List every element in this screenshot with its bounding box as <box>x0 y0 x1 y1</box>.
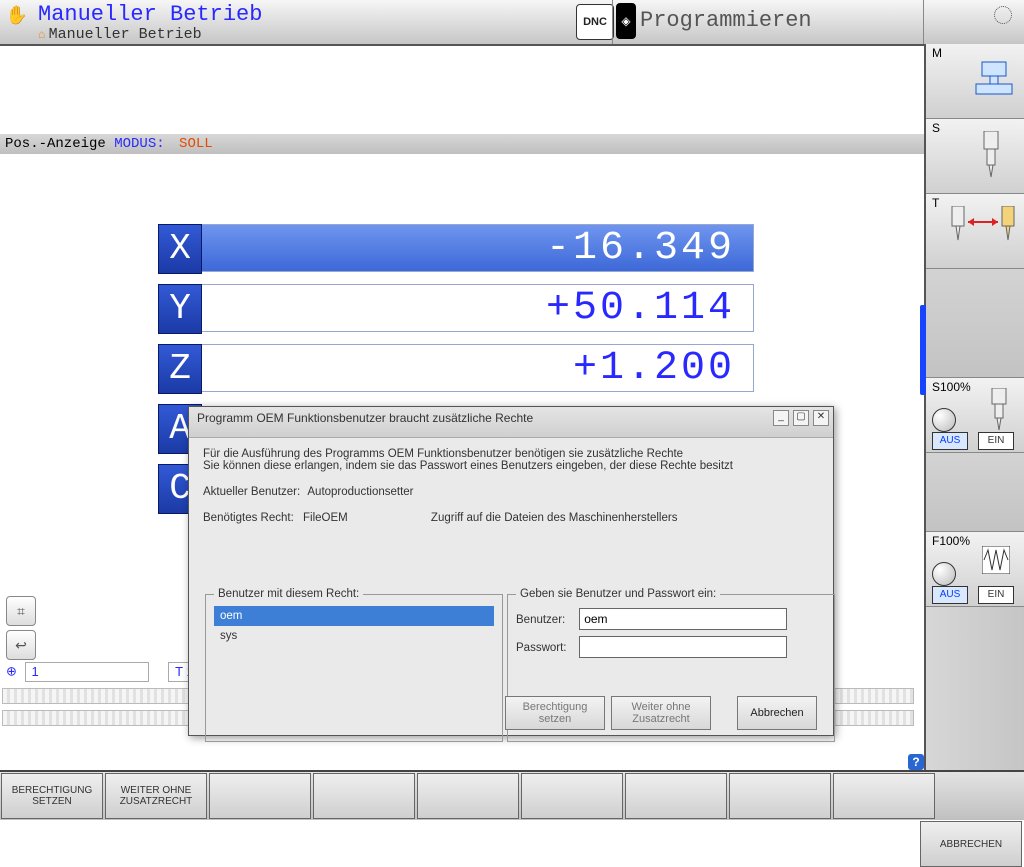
current-user-value: Autoproductionsetter <box>307 486 413 498</box>
right-m-label: M <box>932 46 942 60</box>
dialog-line1: Für die Ausführung des Programms OEM Fun… <box>203 448 819 460</box>
credentials-legend: Geben sie Benutzer und Passwort ein: <box>516 588 720 600</box>
close-icon[interactable]: ✕ <box>813 410 829 426</box>
axis-row-z[interactable]: Z+1.200 <box>158 344 762 394</box>
dialog-line2: Sie können diese erlangen, indem sie das… <box>203 460 819 472</box>
softkey-8[interactable] <box>729 773 831 819</box>
right-s100-cell[interactable]: S100% AUS EIN <box>926 378 1024 453</box>
prog-mode-label[interactable]: Programmieren <box>640 8 812 33</box>
user-field-label: Benutzer: <box>516 614 576 626</box>
right-t-cell[interactable]: T <box>926 194 1024 269</box>
modus-value: SOLL <box>179 136 213 152</box>
help-icon[interactable]: ? <box>908 754 924 770</box>
hand-icon: ✋ <box>2 2 32 28</box>
axis-row-y[interactable]: Y+50.114 <box>158 284 762 334</box>
machine-icon <box>974 60 1014 100</box>
password-input[interactable] <box>579 636 787 658</box>
dialog-titlebar[interactable]: Programm OEM Funktionsbenutzer braucht z… <box>189 407 833 438</box>
right-desc: Zugriff auf die Dateien des Maschinenher… <box>431 512 678 524</box>
axis-value-x: -16.349 <box>202 224 754 272</box>
softkey-5[interactable] <box>417 773 519 819</box>
tool-change-icon <box>948 206 1018 256</box>
s100-label: S100% <box>932 380 971 394</box>
spindle-icon <box>978 131 1004 181</box>
softkey-4[interactable] <box>313 773 415 819</box>
softkey-1[interactable]: BERECHTIGUNG SETZEN <box>1 773 103 819</box>
rights-dialog: Programm OEM Funktionsbenutzer braucht z… <box>188 406 834 736</box>
softkey-6[interactable] <box>521 773 623 819</box>
override-knob-icon <box>932 562 956 586</box>
softkey-2[interactable]: WEITER OHNE ZUSATZRECHT <box>105 773 207 819</box>
s-aus-button[interactable]: AUS <box>932 432 968 450</box>
current-user-label: Aktueller Benutzer: <box>203 486 300 498</box>
header-bar: ✋ Manueller Betrieb ⌂ Manueller Betrieb … <box>0 0 1024 46</box>
f100-label: F100% <box>932 534 970 548</box>
right-label: Benötigtes Recht: <box>203 512 294 524</box>
right-spacer2 <box>926 453 1024 532</box>
breadcrumb: Manueller Betrieb <box>49 26 202 43</box>
axis-label-z: Z <box>158 344 202 394</box>
trace-icon[interactable]: ⌗ <box>6 596 36 626</box>
right-scroll-indicator[interactable] <box>920 305 926 395</box>
target-icon: ⊕ <box>6 663 17 678</box>
axis-value-z: +1.200 <box>202 344 754 392</box>
dialog-body: Für die Ausführung des Programms OEM Fun… <box>189 438 833 726</box>
graphic-icon[interactable]: ↩ <box>6 630 36 660</box>
clock-icon <box>994 6 1012 24</box>
right-f100-cell[interactable]: F100% AUS EIN <box>926 532 1024 607</box>
softkey-cancel[interactable]: ABBRECHEN <box>920 821 1022 867</box>
right-m-cell[interactable]: M <box>926 44 1024 119</box>
right-toolbar: M S T S100% AUS EIN F100 <box>924 44 1024 774</box>
right-value: FileOEM <box>303 512 348 524</box>
softkey-3[interactable] <box>209 773 311 819</box>
axis-row-x[interactable]: X-16.349 <box>158 224 762 274</box>
user-list-item-oem[interactable]: oem <box>214 606 494 626</box>
dialog-title-text: Programm OEM Funktionsbenutzer braucht z… <box>197 411 533 425</box>
s-ein-button[interactable]: EIN <box>978 432 1014 450</box>
axis-label-y: Y <box>158 284 202 334</box>
feed-wave-icon <box>982 546 1010 574</box>
right-t-label: T <box>932 196 939 210</box>
user-list-item-sys[interactable]: sys <box>214 626 494 646</box>
status-prefix: Pos.-Anzeige <box>5 136 114 152</box>
password-field-label: Passwort: <box>516 642 576 654</box>
right-s-cell[interactable]: S <box>926 119 1024 194</box>
btn-set-rights[interactable]: Berechtigung setzen <box>505 696 605 730</box>
info-row: ⊕ 1 T 1 <box>6 662 206 682</box>
softkey-7[interactable] <box>625 773 727 819</box>
btn-skip-rights[interactable]: Weiter ohne Zusatzrecht <box>611 696 711 730</box>
right-spacer <box>926 269 1024 378</box>
user-list-box: Benutzer mit diesem Recht: oem sys <box>205 588 503 742</box>
axis-label-x: X <box>158 224 202 274</box>
softkey-bar: BERECHTIGUNG SETZEN WEITER OHNE ZUSATZRE… <box>0 770 1024 820</box>
btn-cancel[interactable]: Abbrechen <box>737 696 817 730</box>
f-aus-button[interactable]: AUS <box>932 586 968 604</box>
f-ein-button[interactable]: EIN <box>978 586 1014 604</box>
datum-field[interactable]: 1 <box>25 662 149 682</box>
user-input[interactable] <box>579 608 787 630</box>
softkey-9[interactable] <box>833 773 935 819</box>
override-knob-icon <box>932 408 956 432</box>
mode-title: Manueller Betrieb <box>38 2 262 27</box>
dnc-button[interactable]: DNC <box>576 4 614 40</box>
maximize-icon[interactable]: ▢ <box>793 410 809 426</box>
user-list-legend: Benutzer mit diesem Recht: <box>214 588 363 600</box>
status-line: Pos.-Anzeige MODUS: SOLL <box>0 134 929 154</box>
right-s-label: S <box>932 121 940 135</box>
minimize-icon[interactable]: _ <box>773 410 789 426</box>
axis-value-y: +50.114 <box>202 284 754 332</box>
modus-label: MODUS: <box>114 136 164 152</box>
spindle-small-icon <box>988 388 1010 434</box>
home-icon[interactable]: ⌂ <box>38 27 45 41</box>
